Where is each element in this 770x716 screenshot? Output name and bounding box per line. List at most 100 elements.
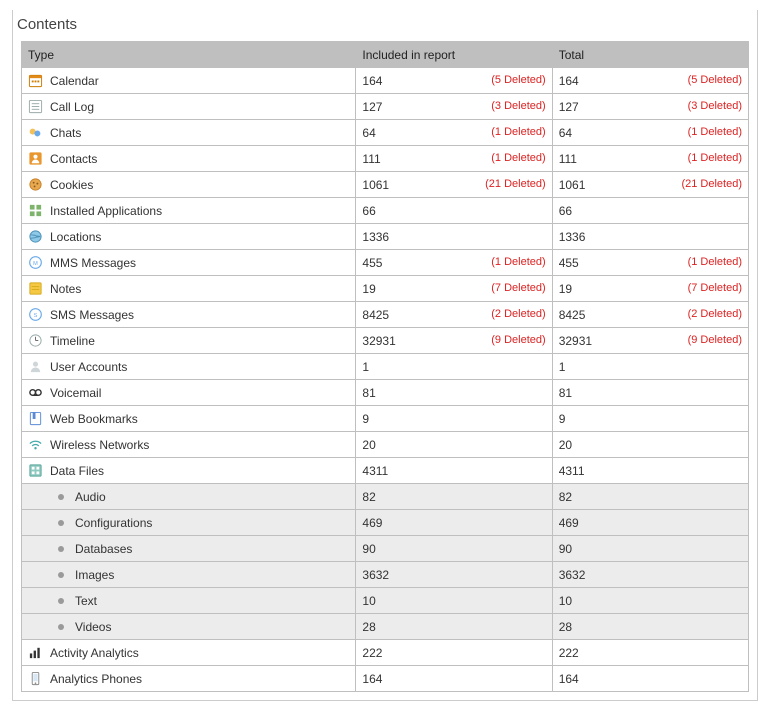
type-label: Timeline	[50, 334, 95, 348]
total-deleted: (9 Deleted)	[688, 334, 742, 346]
total-cell: 469	[552, 510, 748, 536]
col-header-type: Type	[22, 42, 356, 68]
panel-title: Contents	[13, 10, 757, 41]
table-row: Contacts 111(1 Deleted)111(1 Deleted)	[22, 146, 749, 172]
type-label: Analytics Phones	[50, 672, 142, 686]
table-row: Analytics Phones164164	[22, 666, 749, 692]
total-count: 3632	[559, 568, 586, 582]
table-row: Images36323632	[22, 562, 749, 588]
apps-icon	[28, 203, 43, 218]
type-label: Call Log	[50, 100, 94, 114]
notes-icon	[28, 281, 43, 296]
total-cell: 81	[552, 380, 748, 406]
table-row: Call Log127(3 Deleted)127(3 Deleted)	[22, 94, 749, 120]
type-cell: Images	[22, 562, 356, 588]
total-deleted: (1 Deleted)	[688, 152, 742, 164]
table-row: Installed Applications6666	[22, 198, 749, 224]
type-label: Contacts	[50, 152, 97, 166]
total-cell: 66	[552, 198, 748, 224]
bullet-icon	[58, 624, 64, 630]
included-count: 19	[362, 282, 375, 296]
type-cell: Locations	[22, 224, 356, 250]
total-cell: 19 (7 Deleted)	[552, 276, 748, 302]
calendar-icon	[28, 73, 43, 88]
total-cell: 82	[552, 484, 748, 510]
included-count: 32931	[362, 334, 395, 348]
total-count: 164	[559, 74, 579, 88]
total-deleted: (1 Deleted)	[688, 256, 742, 268]
svg-text:S: S	[34, 313, 38, 319]
included-cell: 20	[356, 432, 552, 458]
voicemail-icon	[28, 385, 43, 400]
included-count: 1336	[362, 230, 389, 244]
total-deleted: (1 Deleted)	[688, 126, 742, 138]
included-cell: 1	[356, 354, 552, 380]
included-cell: 455(1 Deleted)	[356, 250, 552, 276]
chats-icon	[28, 125, 43, 140]
total-cell: 28	[552, 614, 748, 640]
table-row: Activity Analytics222222	[22, 640, 749, 666]
total-cell: 8425(2 Deleted)	[552, 302, 748, 328]
total-cell: 1	[552, 354, 748, 380]
total-cell: 3632	[552, 562, 748, 588]
total-cell: 90	[552, 536, 748, 562]
type-label: MMS Messages	[50, 256, 136, 270]
analytics-icon	[28, 645, 43, 660]
total-count: 9	[559, 412, 566, 426]
included-count: 455	[362, 256, 382, 270]
total-count: 164	[559, 672, 579, 686]
bullet-icon	[58, 598, 64, 604]
type-label: Voicemail	[50, 386, 101, 400]
type-cell: Text	[22, 588, 356, 614]
bookmarks-icon	[28, 411, 43, 426]
type-label: Installed Applications	[50, 204, 162, 218]
included-cell: 222	[356, 640, 552, 666]
included-cell: 1336	[356, 224, 552, 250]
total-count: 20	[559, 438, 572, 452]
type-cell: Cookies	[22, 172, 356, 198]
total-count: 469	[559, 516, 579, 530]
type-label: Locations	[50, 230, 101, 244]
total-count: 10	[559, 594, 572, 608]
calllog-icon	[28, 99, 43, 114]
total-count: 81	[559, 386, 572, 400]
included-count: 1061	[362, 178, 389, 192]
included-cell: 90	[356, 536, 552, 562]
total-count: 127	[559, 100, 579, 114]
total-cell: 455(1 Deleted)	[552, 250, 748, 276]
included-cell: 469	[356, 510, 552, 536]
total-count: 19	[559, 282, 572, 296]
contacts-icon	[28, 151, 43, 166]
included-count: 164	[362, 74, 382, 88]
table-row: Configurations469469	[22, 510, 749, 536]
table-row: Locations 1336 1336	[22, 224, 749, 250]
col-header-total: Total	[552, 42, 748, 68]
total-cell: 222	[552, 640, 748, 666]
total-cell: 32931(9 Deleted)	[552, 328, 748, 354]
included-cell: 81	[356, 380, 552, 406]
total-deleted: (7 Deleted)	[688, 282, 742, 294]
included-count: 90	[362, 542, 375, 556]
total-cell: 111(1 Deleted)	[552, 146, 748, 172]
total-cell: 164	[552, 666, 748, 692]
table-row: MMMS Messages455(1 Deleted)455(1 Deleted…	[22, 250, 749, 276]
included-cell: 3632	[356, 562, 552, 588]
total-count: 8425	[559, 308, 586, 322]
table-header-row: Type Included in report Total	[22, 42, 749, 68]
total-count: 4311	[559, 464, 585, 478]
type-cell: Contacts	[22, 146, 356, 172]
datafiles-icon	[28, 463, 43, 478]
total-count: 82	[559, 490, 572, 504]
total-cell: 4311	[552, 458, 748, 484]
type-label: Videos	[75, 620, 111, 634]
included-count: 222	[362, 646, 382, 660]
table-row: Chats64(1 Deleted)64(1 Deleted)	[22, 120, 749, 146]
included-count: 81	[362, 386, 375, 400]
table-row: SSMS Messages8425(2 Deleted)8425(2 Delet…	[22, 302, 749, 328]
phones-icon	[28, 671, 43, 686]
included-cell: 9	[356, 406, 552, 432]
type-label: Notes	[50, 282, 81, 296]
included-cell: 127(3 Deleted)	[356, 94, 552, 120]
total-count: 1336	[559, 230, 586, 244]
included-cell: 111(1 Deleted)	[356, 146, 552, 172]
